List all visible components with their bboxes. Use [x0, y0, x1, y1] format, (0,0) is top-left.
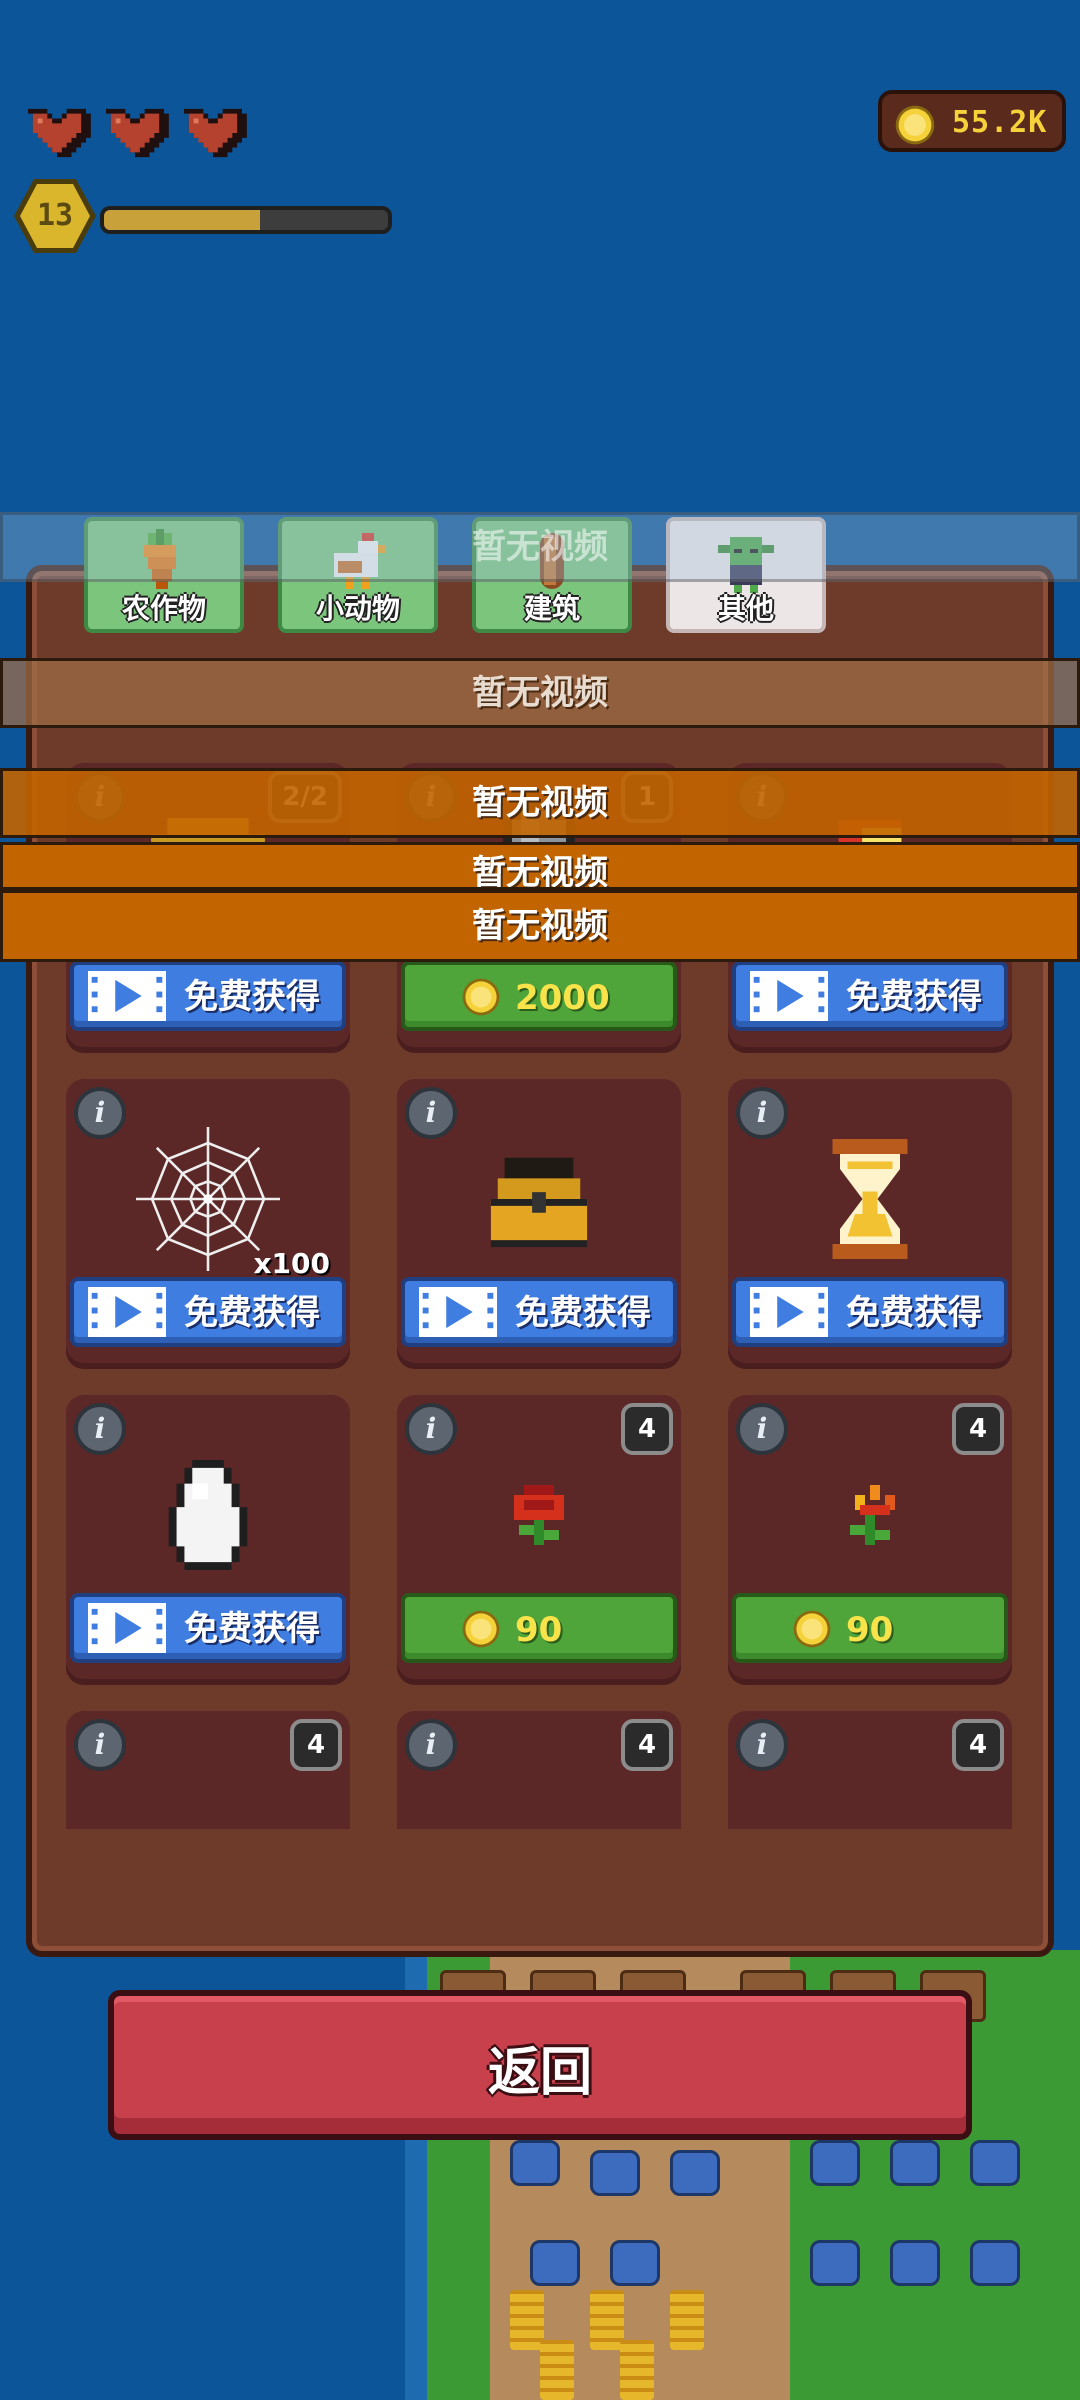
coin-icon — [895, 105, 935, 145]
info-icon[interactable]: i — [736, 1719, 788, 1771]
item-count-badge: 4 — [621, 1719, 673, 1771]
free-get-label: 免费获得 — [184, 1293, 320, 1333]
info-icon[interactable]: i — [405, 1719, 457, 1771]
back-button-label: 返回 — [487, 2043, 592, 2103]
coin-amount: 55.2K — [952, 105, 1048, 140]
item-multiplier: x100 — [253, 1247, 330, 1280]
video-icon — [750, 971, 828, 1021]
free-get-label: 免费获得 — [846, 1293, 982, 1333]
shop-item-card[interactable]: i 免费获得 — [66, 1395, 350, 1685]
shop-item-card[interactable]: i 4 90 — [397, 1395, 681, 1685]
free-get-label: 免费获得 — [184, 977, 320, 1017]
item-count-badge: 4 — [290, 1719, 342, 1771]
coin-balance[interactable]: 55.2K — [878, 90, 1066, 152]
player-level: 13 — [36, 198, 74, 233]
info-icon[interactable]: i — [74, 1403, 126, 1455]
price-label: 90 — [515, 1610, 563, 1650]
bird-of-paradise-icon — [790, 1425, 950, 1605]
free-get-video-button[interactable]: 免费获得 — [732, 1277, 1008, 1347]
no-video-toast: 暂无视频 — [0, 768, 1080, 838]
heart-icon — [106, 108, 169, 158]
buy-with-coins-button[interactable]: 90 — [732, 1593, 1008, 1663]
free-get-video-button[interactable]: 免费获得 — [70, 961, 346, 1031]
no-video-toast: 暂无视频 — [0, 890, 1080, 962]
free-get-video-button[interactable]: 免费获得 — [70, 1593, 346, 1663]
tab-label: 农作物 — [121, 592, 206, 625]
price-label: 2000 — [515, 978, 610, 1018]
buy-with-coins-button[interactable]: 2000 — [401, 961, 677, 1031]
info-icon[interactable]: i — [736, 1087, 788, 1139]
xp-progress-bar — [100, 206, 392, 234]
free-get-video-button[interactable]: 免费获得 — [401, 1277, 677, 1347]
shop-item-card[interactable]: i4 — [66, 1711, 350, 1829]
treasure-chest-icon — [459, 1109, 619, 1289]
video-icon — [750, 1287, 828, 1337]
rose-icon — [459, 1425, 619, 1605]
shop-item-card[interactable]: i 免费获得 — [728, 1079, 1012, 1369]
free-get-label: 免费获得 — [184, 1609, 320, 1649]
video-icon — [88, 971, 166, 1021]
info-icon[interactable]: i — [405, 1403, 457, 1455]
coin-icon — [462, 1610, 500, 1648]
egg-icon — [128, 1425, 288, 1605]
video-icon — [419, 1287, 497, 1337]
shop-item-card[interactable]: i4 — [728, 1711, 1012, 1829]
no-video-toast: 暂无视频 — [0, 842, 1080, 890]
item-count-badge: 4 — [952, 1719, 1004, 1771]
price-label: 90 — [846, 1610, 894, 1650]
coin-icon — [793, 1610, 831, 1648]
shop-item-card[interactable]: i 免费获得 — [397, 1079, 681, 1369]
no-video-toast: 暂无视频 — [0, 658, 1080, 728]
no-video-toast-faded: 暂无视频 — [0, 512, 1080, 582]
coin-icon — [462, 978, 500, 1016]
heart-icon — [184, 108, 247, 158]
free-get-video-button[interactable]: 免费获得 — [732, 961, 1008, 1031]
back-button[interactable]: 返回 — [108, 1990, 972, 2140]
item-count-badge: 4 — [621, 1403, 673, 1455]
info-icon[interactable]: i — [74, 1087, 126, 1139]
tab-label: 建筑 — [523, 592, 580, 625]
info-icon[interactable]: i — [736, 1403, 788, 1455]
free-get-label: 免费获得 — [515, 1293, 651, 1333]
heart-icon — [28, 108, 91, 158]
xp-progress-fill — [104, 210, 261, 230]
video-icon — [88, 1287, 166, 1337]
free-get-video-button[interactable]: 免费获得 — [70, 1277, 346, 1347]
info-icon[interactable]: i — [405, 1087, 457, 1139]
buy-with-coins-button[interactable]: 90 — [401, 1593, 677, 1663]
shop-item-card[interactable]: i 4 90 — [728, 1395, 1012, 1685]
video-icon — [88, 1603, 166, 1653]
tab-label: 其他 — [717, 592, 774, 625]
tab-label: 小动物 — [315, 592, 400, 625]
info-icon[interactable]: i — [74, 1719, 126, 1771]
free-get-label: 免费获得 — [846, 977, 982, 1017]
shop-item-card[interactable]: i4 — [397, 1711, 681, 1829]
item-count-badge: 4 — [952, 1403, 1004, 1455]
shop-item-card[interactable]: i x100 免费获得 — [66, 1079, 350, 1369]
hourglass-icon — [790, 1109, 950, 1289]
